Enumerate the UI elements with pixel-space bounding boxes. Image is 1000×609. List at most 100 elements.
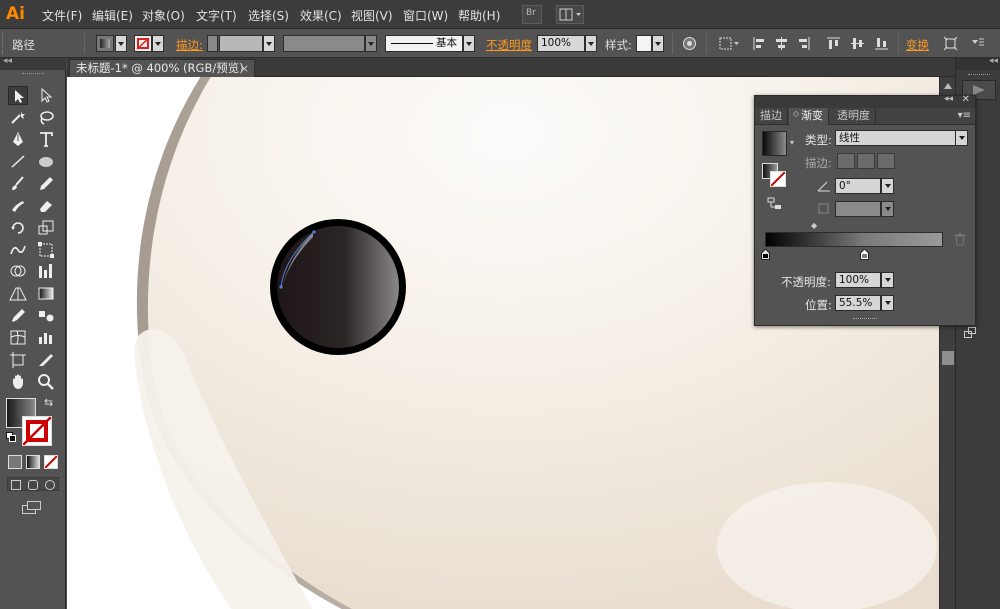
align-left-icon[interactable]	[752, 36, 767, 51]
variable-width-profile[interactable]	[283, 35, 365, 52]
gradient-slider[interactable]	[765, 232, 943, 247]
dock-header[interactable]: ◂◂	[956, 56, 1000, 70]
stop-location-dropdown[interactable]	[881, 295, 894, 311]
paintbrush-tool-icon[interactable]	[8, 174, 28, 193]
menu-edit[interactable]: 编辑(E)	[92, 7, 133, 24]
none-mode-button[interactable]	[44, 455, 58, 469]
control-bar-grip[interactable]	[2, 33, 5, 54]
rotate-tool-icon[interactable]	[8, 218, 28, 237]
gradient-type-select[interactable]: 线性	[835, 130, 957, 146]
stop-opacity-dropdown[interactable]	[881, 272, 894, 288]
angle-field[interactable]: 0°	[835, 178, 881, 194]
gradient-tool-icon[interactable]	[36, 284, 56, 303]
line-tool-icon[interactable]	[8, 152, 28, 171]
variable-width-dropdown[interactable]	[365, 35, 377, 52]
tools-grip[interactable]	[22, 73, 44, 75]
collapse-panel-icon[interactable]: ◂◂	[944, 94, 953, 104]
panel-resize-grip[interactable]	[853, 318, 877, 319]
fill-swatch[interactable]	[96, 35, 114, 52]
opacity-dropdown[interactable]	[585, 35, 597, 52]
ellipse-tool-icon[interactable]	[36, 152, 56, 171]
dock-icon[interactable]	[962, 326, 978, 340]
stroke-color-box[interactable]	[22, 416, 52, 446]
magic-wand-tool-icon[interactable]	[8, 108, 28, 127]
selection-tool-icon[interactable]	[8, 86, 28, 105]
gradient-mode-button[interactable]	[26, 455, 40, 469]
eye-pupil[interactable]	[277, 226, 399, 348]
stroke-weight-label[interactable]: 描边:	[176, 37, 203, 53]
swap-fill-stroke-icon[interactable]: ⇆	[44, 396, 53, 409]
panel-menu-icon[interactable]: ▾≡	[958, 110, 971, 121]
brush-dropdown[interactable]	[463, 35, 475, 52]
pen-tool-icon[interactable]	[8, 130, 28, 149]
arrange-documents-button[interactable]	[556, 5, 584, 24]
scroll-thumb[interactable]	[942, 351, 954, 365]
isolate-selected-icon[interactable]	[943, 36, 958, 51]
pencil-tool-icon[interactable]	[36, 174, 56, 193]
stop-location-field[interactable]: 55.5%	[835, 295, 881, 311]
graphic-style-swatch[interactable]	[636, 35, 652, 52]
draw-normal-icon[interactable]	[11, 480, 21, 490]
angle-dropdown[interactable]	[881, 178, 894, 194]
mesh-tool-icon[interactable]	[8, 328, 28, 347]
align-vertical-center-icon[interactable]	[850, 36, 865, 51]
stroke-weight-field[interactable]	[219, 35, 263, 52]
delete-stop-icon[interactable]	[953, 232, 967, 246]
free-transform-tool-icon[interactable]	[36, 240, 56, 259]
menu-object[interactable]: 对象(O)	[142, 7, 185, 24]
menu-select[interactable]: 选择(S)	[248, 7, 289, 24]
opacity-field[interactable]: 100%	[537, 35, 585, 52]
warp-tool-icon[interactable]	[8, 240, 28, 259]
lasso-tool-icon[interactable]	[36, 108, 56, 127]
eraser-tool-icon[interactable]	[36, 196, 56, 215]
hand-tool-icon[interactable]	[8, 372, 28, 391]
artboard-tool-icon[interactable]	[8, 350, 28, 369]
align-top-icon[interactable]	[826, 36, 841, 51]
menu-window[interactable]: 窗口(W)	[403, 7, 448, 24]
bridge-button[interactable]: Br	[522, 5, 542, 24]
blend-tool-icon[interactable]	[36, 306, 56, 325]
align-right-icon[interactable]	[796, 36, 811, 51]
aspect-ratio-field[interactable]	[835, 201, 881, 217]
recolor-artwork-icon[interactable]	[682, 36, 697, 51]
menu-file[interactable]: 文件(F)	[42, 7, 82, 24]
align-horizontal-center-icon[interactable]	[774, 36, 789, 51]
graphic-style-dropdown[interactable]	[652, 35, 664, 52]
tab-transparency[interactable]: 透明度	[832, 108, 876, 125]
tab-stroke[interactable]: 描边	[755, 108, 788, 125]
menu-type[interactable]: 文字(T)	[196, 7, 237, 24]
type-tool-icon[interactable]	[36, 130, 56, 149]
gradient-stop-0[interactable]	[761, 249, 770, 260]
fill-dropdown[interactable]	[115, 35, 127, 52]
aspect-ratio-dropdown[interactable]	[881, 201, 894, 217]
stroke-dropdown[interactable]	[152, 35, 164, 52]
transform-label[interactable]: 变换	[906, 37, 929, 53]
stroke-weight-dropdown[interactable]	[263, 35, 275, 52]
gradient-stroke-indicator[interactable]	[770, 171, 786, 187]
draw-inside-icon[interactable]	[45, 480, 55, 490]
zoom-tool-icon[interactable]	[36, 372, 56, 391]
anchor-point[interactable]	[279, 285, 283, 289]
align-bottom-icon[interactable]	[874, 36, 889, 51]
stroke-across-button[interactable]	[877, 153, 895, 169]
tools-panel-header[interactable]: ◂◂	[0, 56, 66, 70]
gradient-thumbnail-dropdown-icon[interactable]: ▾	[790, 138, 794, 147]
gradient-thumbnail[interactable]	[762, 131, 787, 156]
menu-effect[interactable]: 效果(C)	[300, 7, 342, 24]
panel-menu-icon[interactable]	[970, 36, 985, 51]
scale-tool-icon[interactable]	[36, 218, 56, 237]
draw-behind-icon[interactable]	[28, 480, 38, 490]
stroke-swatch[interactable]	[134, 35, 152, 52]
menu-help[interactable]: 帮助(H)	[458, 7, 500, 24]
collapse-icon[interactable]: ◂◂	[3, 56, 12, 66]
direct-selection-tool-icon[interactable]	[36, 86, 56, 105]
reverse-gradient-icon[interactable]	[767, 197, 783, 211]
gradient-panel-titlebar[interactable]: ◂◂ ✕	[755, 94, 975, 108]
expand-dock-icon[interactable]: ◂◂	[989, 56, 998, 66]
opacity-label[interactable]: 不透明度	[486, 37, 532, 53]
column-graph-tool-icon[interactable]	[36, 328, 56, 347]
menu-view[interactable]: 视图(V)	[351, 7, 393, 24]
brush-definition-field[interactable]: 基本	[385, 35, 463, 52]
midpoint-diamond-icon[interactable]: ◆	[811, 221, 817, 230]
blob-brush-tool-icon[interactable]	[8, 196, 28, 215]
